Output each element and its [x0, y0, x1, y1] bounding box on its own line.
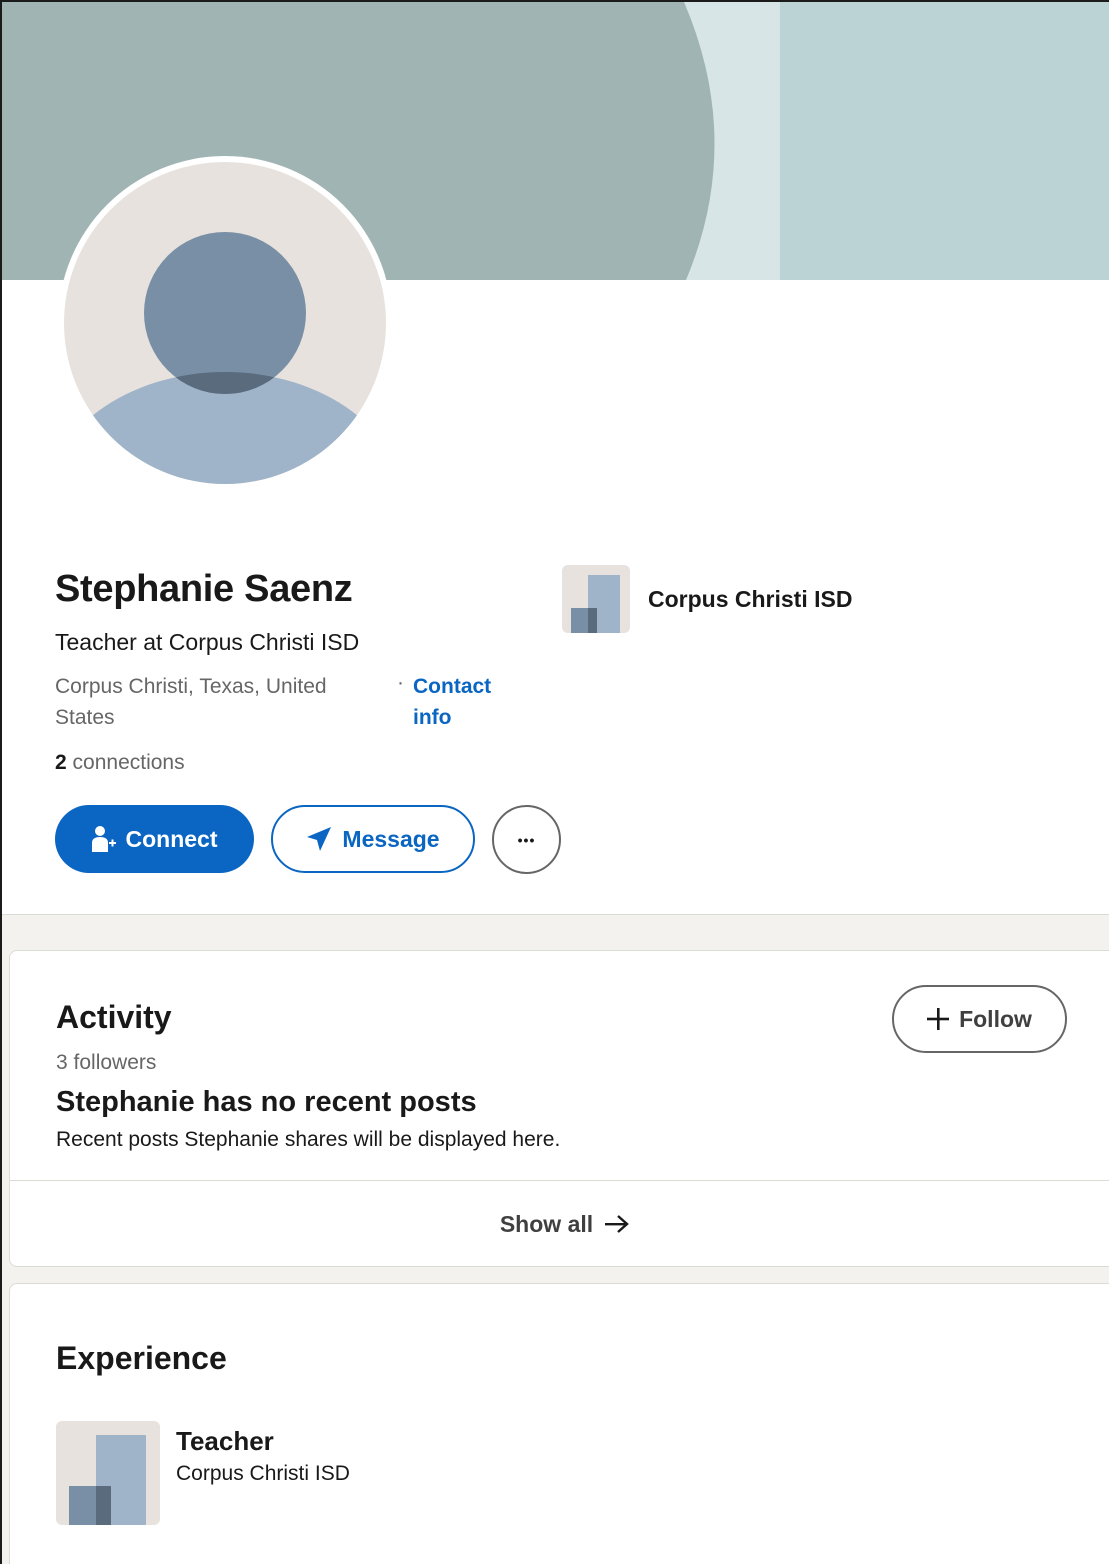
activity-section: Activity 3 followers Stephanie has no re… — [9, 950, 1109, 1267]
profile-page: Stephanie Saenz Teacher at Corpus Christ… — [0, 0, 1109, 1564]
message-button[interactable]: Message — [271, 805, 475, 873]
follow-label: Follow — [959, 1005, 1032, 1032]
connections-number: 2 — [55, 751, 67, 774]
send-icon — [306, 826, 332, 852]
plus-icon — [927, 1008, 950, 1030]
profile-name: Stephanie Saenz — [55, 568, 353, 610]
person-add-icon — [91, 825, 116, 853]
no-posts-title: Stephanie has no recent posts — [56, 1086, 477, 1118]
more-actions-button[interactable]: ••• — [492, 805, 561, 874]
connections-label: connections — [72, 751, 185, 774]
show-all-activity-link[interactable]: Show all — [10, 1181, 1109, 1267]
contact-info-link[interactable]: Contact info — [413, 671, 523, 733]
connections-count[interactable]: 2 connections — [55, 751, 185, 775]
follow-button[interactable]: Follow — [892, 985, 1067, 1053]
profile-headline: Teacher at Corpus Christi ISD — [55, 629, 360, 655]
experience-company-logo[interactable] — [56, 1421, 160, 1525]
company-logo[interactable] — [562, 565, 630, 633]
show-all-label: Show all — [499, 1210, 594, 1237]
profile-avatar[interactable] — [58, 156, 392, 490]
ellipsis-icon: ••• — [517, 831, 536, 848]
profile-top-card: Stephanie Saenz Teacher at Corpus Christ… — [2, 2, 1109, 915]
connect-button[interactable]: Connect — [55, 805, 254, 873]
experience-role: Teacher — [176, 1426, 274, 1456]
experience-section: Experience Teacher Corpus Christi ISD — [9, 1283, 1109, 1564]
experience-title: Experience — [56, 1340, 227, 1376]
contact-separator: · — [397, 671, 404, 694]
activity-title: Activity — [56, 999, 172, 1035]
current-company-name[interactable]: Corpus Christi ISD — [648, 586, 852, 613]
no-posts-subtitle: Recent posts Stephanie shares will be di… — [56, 1128, 561, 1151]
arrow-right-icon — [605, 1215, 629, 1233]
experience-company[interactable]: Corpus Christi ISD — [176, 1462, 350, 1486]
profile-location: Corpus Christi, Texas, United States — [55, 675, 327, 729]
followers-count: 3 followers — [56, 1051, 157, 1074]
message-label: Message — [342, 825, 440, 852]
connect-label: Connect — [125, 825, 218, 852]
